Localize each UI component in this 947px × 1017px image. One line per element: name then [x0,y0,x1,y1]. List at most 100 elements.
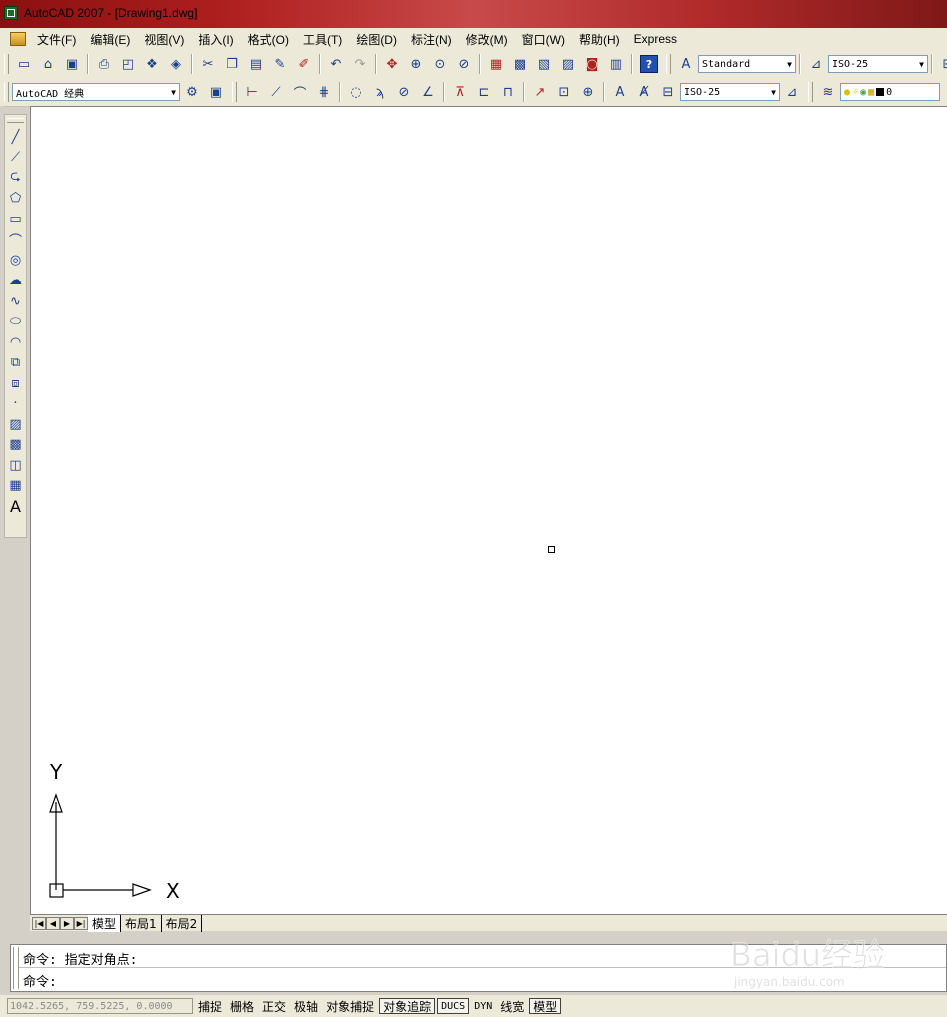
tab-layout2[interactable]: 布局2 [162,914,203,932]
3d-publish-icon[interactable]: ◈ [165,53,187,75]
point-icon[interactable]: · [6,394,26,415]
toolbar-grip[interactable] [7,118,24,123]
menu-modify[interactable]: 修改(M) [459,31,515,48]
toolbar-grip[interactable] [232,82,237,102]
osnap-toggle[interactable]: 对象捕捉 [323,998,377,1014]
toolbar-grip[interactable] [4,82,9,102]
ordinate-dim-icon[interactable]: ⋕ [313,81,335,103]
dim-style-select[interactable]: ISO-25 ▼ [828,55,928,73]
coordinate-readout[interactable]: 1042.5265, 759.5225, 0.0000 [7,998,193,1014]
arc-length-icon[interactable]: ⌒ [289,81,311,103]
zoom-window-icon[interactable]: ⊙ [429,53,451,75]
drawing-area[interactable]: Y X [30,106,947,914]
block-editor-icon[interactable]: ✐ [293,53,315,75]
text-style-icon[interactable]: A [675,53,697,75]
layer-select[interactable]: ● ☼ ◉ ▦ 0 [840,83,940,101]
menu-insert[interactable]: 插入(I) [191,31,240,48]
aligned-dim-icon[interactable]: ⟋ [265,81,287,103]
redo-icon[interactable]: ↷ [349,53,371,75]
match-properties-icon[interactable]: ✎ [269,53,291,75]
construction-line-icon[interactable]: ⟋ [6,148,26,169]
tool-palettes-icon[interactable]: ▧ [533,53,555,75]
first-tab-icon[interactable]: |◀ [32,916,46,930]
circle-icon[interactable]: ◎ [6,250,26,271]
region-icon[interactable]: ◫ [6,455,26,476]
menu-express[interactable]: Express [627,32,684,46]
angular-dim-icon[interactable]: ∠ [417,81,439,103]
next-tab-icon[interactable]: ▶ [60,916,74,930]
insert-block-icon[interactable]: ⧉ [6,353,26,374]
dyn-toggle[interactable]: DYN [471,998,495,1014]
dim-style-select-2[interactable]: ISO-25 ▼ [680,83,780,101]
menu-draw[interactable]: 绘图(D) [349,31,404,48]
toolbar-grip[interactable] [808,82,813,102]
copy-icon[interactable]: ❐ [221,53,243,75]
save-icon[interactable]: ▣ [61,53,83,75]
print-preview-icon[interactable]: ◰ [117,53,139,75]
revision-cloud-icon[interactable]: ☁ [6,271,26,292]
open-file-icon[interactable]: ⌂ [37,53,59,75]
dim-edit-icon[interactable]: A [609,81,631,103]
menu-edit[interactable]: 编辑(E) [83,31,137,48]
baseline-dim-icon[interactable]: ⊏ [473,81,495,103]
last-tab-icon[interactable]: ▶| [74,916,88,930]
undo-icon[interactable]: ↶ [325,53,347,75]
quick-dim-icon[interactable]: ⊼ [449,81,471,103]
markup-icon[interactable]: ◙ [581,53,603,75]
tab-model[interactable]: 模型 [88,914,122,932]
command-prompt[interactable]: 命令: [23,971,57,990]
rectangle-icon[interactable]: ▭ [6,209,26,230]
otrack-toggle[interactable]: 对象追踪 [379,998,436,1014]
tolerance-icon[interactable]: ⊡ [553,81,575,103]
lineweight-toggle[interactable]: 线宽 [497,998,527,1014]
cut-icon[interactable]: ✂ [197,53,219,75]
table-icon[interactable]: ▦ [6,476,26,497]
workspace-select[interactable]: AutoCAD 经典 ▼ [12,83,180,101]
zoom-realtime-icon[interactable]: ⊕ [405,53,427,75]
ortho-toggle[interactable]: 正交 [259,998,289,1014]
linear-dim-icon[interactable]: ⊢ [241,81,263,103]
multiline-text-icon[interactable]: A [6,496,26,517]
dim-style-manager-icon[interactable]: ⊿ [781,81,803,103]
table-style-icon[interactable]: ⊞ [937,53,947,75]
radius-dim-icon[interactable]: ◌ [345,81,367,103]
command-window[interactable]: 命令: 指定对角点: 命令: [10,944,947,992]
zoom-previous-icon[interactable]: ⊘ [453,53,475,75]
new-file-icon[interactable]: ▭ [13,53,35,75]
dim-text-edit-icon[interactable]: Ⱥ [633,81,655,103]
line-icon[interactable]: ╱ [6,127,26,148]
polar-toggle[interactable]: 极轴 [291,998,321,1014]
gradient-icon[interactable]: ▩ [6,435,26,456]
menu-view[interactable]: 视图(V) [137,31,191,48]
ellipse-icon[interactable]: ⬭ [6,312,26,333]
toolbar-grip[interactable] [4,54,9,74]
polyline-icon[interactable]: ⮎ [6,168,26,189]
print-icon[interactable]: ⎙ [93,53,115,75]
ellipse-arc-icon[interactable]: ◠ [6,332,26,353]
menu-dimension[interactable]: 标注(N) [404,31,459,48]
toolbar-grip[interactable] [666,54,671,74]
grid-toggle[interactable]: 栅格 [227,998,257,1014]
quick-leader-icon[interactable]: ↗ [529,81,551,103]
document-icon[interactable] [10,32,26,46]
ducs-toggle[interactable]: DUCS [437,998,470,1014]
layer-manager-icon[interactable]: ≋ [817,81,839,103]
hatch-icon[interactable]: ▨ [6,414,26,435]
workspace-save-icon[interactable]: ▣ [205,81,227,103]
spline-icon[interactable]: ∿ [6,291,26,312]
dim-update-icon[interactable]: ⊟ [657,81,679,103]
text-style-select[interactable]: Standard ▼ [698,55,796,73]
publish-icon[interactable]: ❖ [141,53,163,75]
make-block-icon[interactable]: ⧈ [6,373,26,394]
tab-layout1[interactable]: 布局1 [121,914,162,932]
snap-toggle[interactable]: 捕捉 [195,998,225,1014]
calculator-icon[interactable]: ▥ [605,53,627,75]
arc-icon[interactable]: ⌒ [6,230,26,251]
autocad-app-icon[interactable] [4,6,18,20]
properties-icon[interactable]: ▦ [485,53,507,75]
continue-dim-icon[interactable]: ⊓ [497,81,519,103]
command-window-grip[interactable] [13,947,19,989]
center-mark-icon[interactable]: ⊕ [577,81,599,103]
menu-help[interactable]: 帮助(H) [572,31,627,48]
menu-format[interactable]: 格式(O) [241,31,296,48]
